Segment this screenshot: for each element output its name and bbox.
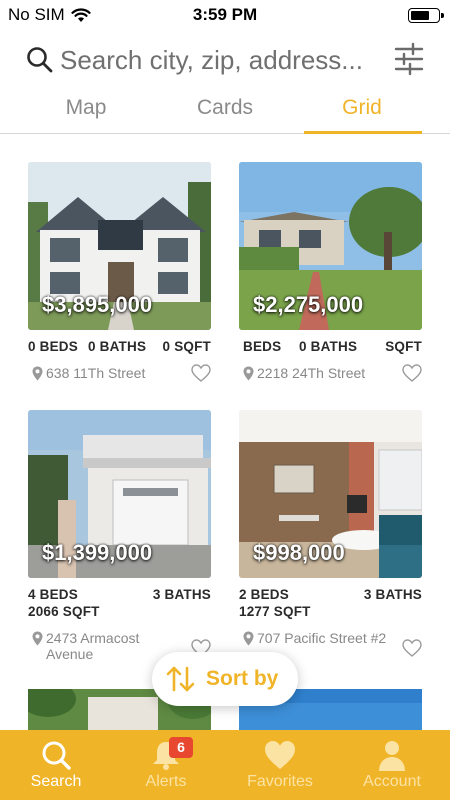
- tab-grid[interactable]: Grid: [302, 96, 422, 120]
- favorite-heart-icon[interactable]: [191, 364, 211, 382]
- sqft-value: 1277 SQFT: [239, 604, 311, 619]
- listing-price: $1,399,000: [42, 540, 153, 565]
- baths-count: 3 BATHS: [152, 587, 211, 602]
- nav-alerts-label: Alerts: [145, 773, 187, 790]
- bottom-tab-bar: Search 6 Alerts Favorites Account: [0, 730, 450, 800]
- filter-sliders-icon[interactable]: [394, 42, 424, 76]
- heart-icon: [265, 741, 295, 769]
- sqft-value: 2066 SQFT: [28, 604, 100, 619]
- nav-account-label: Account: [363, 773, 421, 790]
- search-input[interactable]: [60, 40, 380, 80]
- sort-arrows-icon: [166, 666, 195, 692]
- location-pin-icon: [32, 631, 43, 646]
- listing-photo[interactable]: $998,000: [239, 410, 422, 578]
- sqft-value: 0 SQFT: [162, 339, 211, 354]
- tab-map[interactable]: Map: [26, 96, 146, 120]
- battery-fill: [411, 11, 429, 20]
- listing-photo[interactable]: $2,275,000: [239, 162, 422, 330]
- sort-by-label: Sort by: [206, 667, 279, 690]
- beds-count: 0 BEDS: [28, 339, 78, 354]
- listing-photo[interactable]: $3,895,000: [28, 162, 211, 330]
- active-tab-indicator: [304, 131, 422, 134]
- nav-search-label: Search: [30, 773, 82, 790]
- address-text: 707 Pacific Street #2: [257, 630, 387, 646]
- location-pin-icon: [243, 631, 254, 646]
- clock: 3:59 PM: [192, 5, 258, 24]
- listing-price: $3,895,000: [42, 292, 153, 317]
- person-icon: [379, 741, 405, 771]
- nav-account[interactable]: Account: [336, 730, 448, 800]
- sqft-value: SQFT: [385, 339, 422, 354]
- nav-favorites[interactable]: Favorites: [224, 730, 336, 800]
- search-icon: [27, 47, 53, 73]
- view-tabs: Map Cards Grid: [0, 88, 450, 134]
- search-icon: [42, 741, 71, 770]
- listing-price: $2,275,000: [253, 292, 364, 317]
- status-bar: No SIM 3:59 PM: [0, 0, 450, 30]
- address-text: 2218 24Th Street: [257, 365, 366, 381]
- battery-icon: [408, 8, 444, 23]
- location-pin-icon: [243, 366, 254, 381]
- listing-photo[interactable]: $1,399,000: [28, 410, 211, 578]
- nav-alerts[interactable]: 6 Alerts: [110, 730, 222, 800]
- favorite-heart-icon[interactable]: [402, 639, 422, 657]
- baths-count: 0 BATHS: [299, 339, 358, 354]
- address-text: 638 11Th Street: [46, 365, 146, 381]
- beds-count: 4 BEDS: [28, 587, 78, 602]
- baths-count: 0 BATHS: [88, 339, 147, 354]
- favorite-heart-icon[interactable]: [402, 364, 422, 382]
- sort-by-button[interactable]: Sort by: [152, 652, 298, 706]
- nav-search[interactable]: Search: [0, 730, 112, 800]
- search-bar: [0, 38, 450, 82]
- baths-count: 3 BATHS: [363, 587, 422, 602]
- beds-count: BEDS: [243, 339, 282, 354]
- listing-price: $998,000: [253, 540, 345, 565]
- nav-favorites-label: Favorites: [247, 773, 313, 790]
- beds-count: 2 BEDS: [239, 587, 289, 602]
- tab-cards[interactable]: Cards: [165, 96, 285, 120]
- alerts-badge: 6: [169, 737, 193, 758]
- location-pin-icon: [32, 366, 43, 381]
